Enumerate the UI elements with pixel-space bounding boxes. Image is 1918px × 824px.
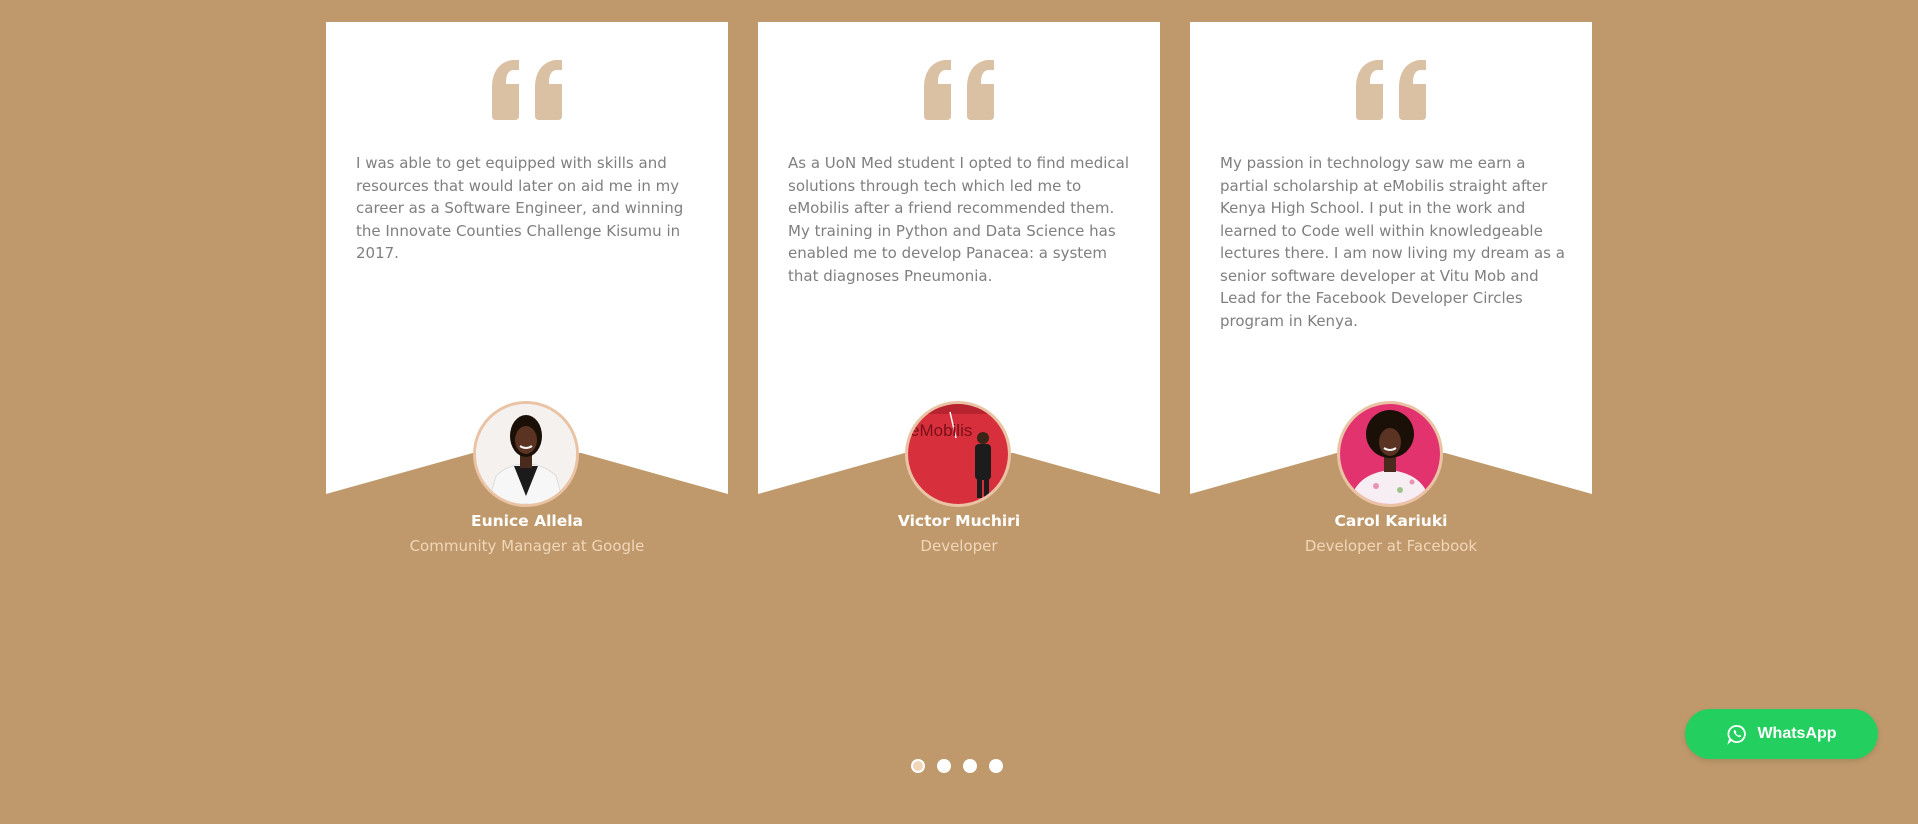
- testimonial-quote: As a UoN Med student I opted to find med…: [788, 154, 1130, 285]
- testimonial-card-1: I was able to get equipped with skills a…: [326, 22, 728, 555]
- pagination-dot-4[interactable]: [989, 759, 1003, 773]
- pagination-dot-2[interactable]: [937, 759, 951, 773]
- testimonial-quote: I was able to get equipped with skills a…: [356, 154, 684, 262]
- person-role: Developer at Facebook: [1304, 537, 1478, 555]
- testimonial-quote: My passion in technology saw me earn a p…: [1220, 154, 1565, 330]
- whatsapp-button[interactable]: WhatsApp: [1685, 709, 1878, 759]
- pagination-dot-3[interactable]: [963, 759, 977, 773]
- person-name: Carol Kariuki: [1334, 512, 1448, 530]
- carousel-pagination: [911, 759, 1003, 773]
- person-name: Victor Muchiri: [897, 512, 1021, 530]
- whatsapp-icon: [1727, 725, 1747, 745]
- quote-icon: [924, 60, 994, 120]
- person-role: Developer: [920, 537, 998, 555]
- quote-icon: [1356, 60, 1426, 120]
- whatsapp-label: WhatsApp: [1757, 725, 1837, 742]
- avatar: [1337, 401, 1443, 507]
- testimonial-card-2: As a UoN Med student I opted to find med…: [758, 22, 1160, 555]
- svg-text:eMobilis: eMobilis: [910, 421, 972, 440]
- person-role: Community Manager at Google: [409, 537, 645, 555]
- quote-icon: [492, 60, 562, 120]
- pagination-dot-1[interactable]: [911, 759, 925, 773]
- testimonial-card-3: My passion in technology saw me earn a p…: [1190, 22, 1592, 555]
- person-name: Eunice Allela: [471, 512, 583, 530]
- avatar: [473, 401, 579, 507]
- avatar: eMobilis: [905, 401, 1011, 507]
